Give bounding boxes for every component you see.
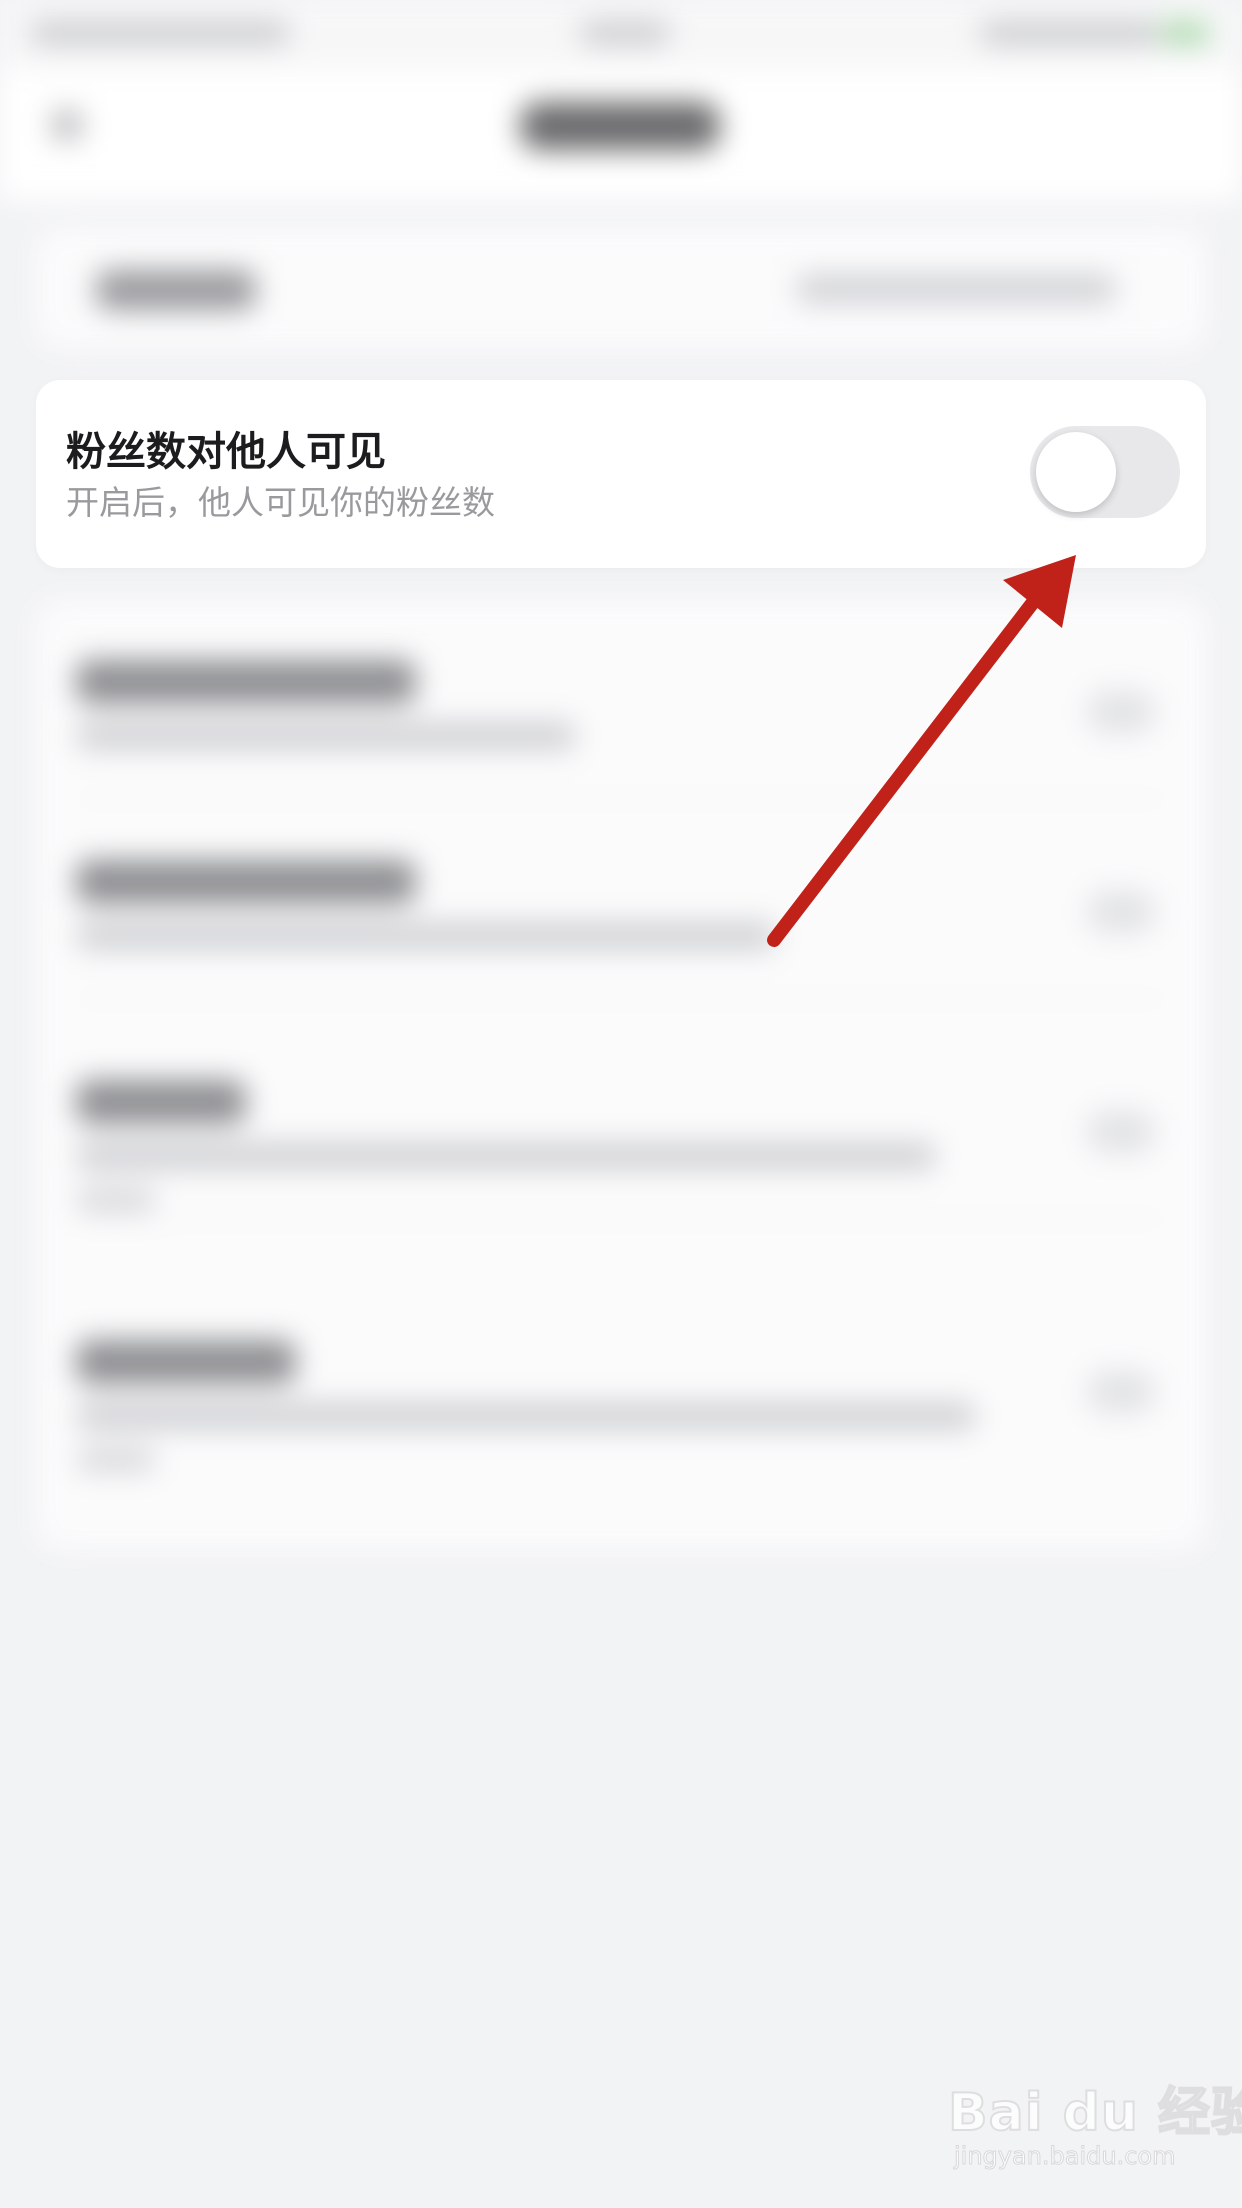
- list-item: [36, 600, 1206, 800]
- screen: 粉丝数对他人可见 开启后，他人可见你的粉丝数 Bai du 经验 jingyan…: [0, 0, 1242, 2208]
- setting-title: 粉丝数对他人可见: [66, 429, 386, 475]
- back-icon[interactable]: [52, 110, 82, 140]
- page-title: [520, 102, 720, 150]
- status-bar: [0, 0, 1242, 70]
- blurred-background: [0, 0, 1242, 2208]
- blurred-top-card: [36, 228, 1206, 348]
- fans-visibility-setting-card: 粉丝数对他人可见 开启后，他人可见你的粉丝数: [36, 380, 1206, 568]
- watermark-url: jingyan.baidu.com: [953, 2142, 1176, 2171]
- nav-header: [0, 70, 1242, 200]
- blurred-settings-list: [36, 600, 1206, 1550]
- watermark-brand: Bai du 经验: [947, 2082, 1242, 2144]
- fans-visibility-toggle[interactable]: [1030, 426, 1180, 518]
- setting-subtitle: 开启后，他人可见你的粉丝数: [66, 483, 495, 522]
- watermark: Bai du 经验 jingyan.baidu.com: [947, 2070, 1242, 2180]
- list-item: [36, 800, 1206, 1000]
- toggle-knob: [1036, 432, 1116, 512]
- list-item: [36, 1020, 1206, 1220]
- list-item: [36, 1280, 1206, 1480]
